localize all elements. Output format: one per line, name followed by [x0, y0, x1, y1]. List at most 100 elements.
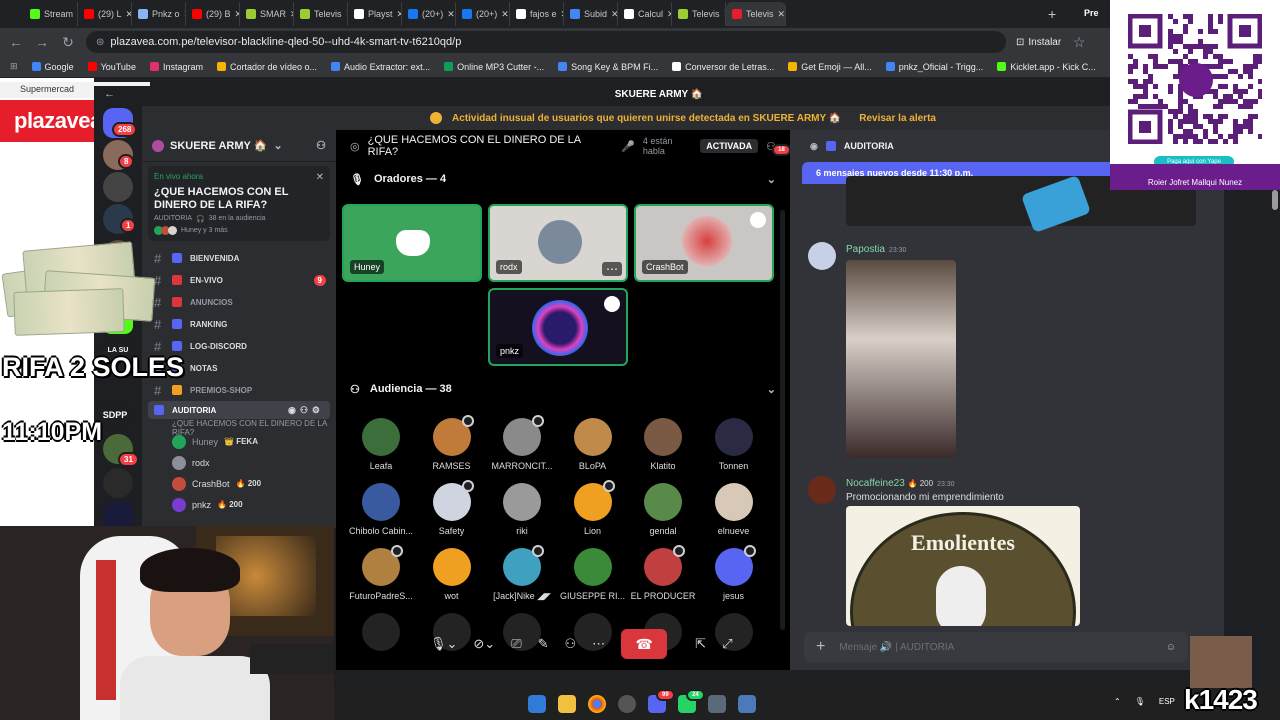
review-alert-link[interactable]: Revisar la alerta: [851, 113, 936, 124]
channel-ranking[interactable]: # RANKING: [142, 313, 336, 335]
audience-section-header[interactable]: ⚇ Audiencia — 38 ⌄: [336, 374, 790, 404]
sdpp-server-icon[interactable]: SDPP: [100, 400, 130, 430]
message-author[interactable]: Nocaffeine23: [846, 478, 905, 489]
audience-member[interactable]: EL PRODUCER: [628, 545, 698, 601]
browser-tab[interactable]: fajos e✕: [510, 2, 564, 26]
speaker-tile[interactable]: ⋯ rodx: [488, 204, 628, 282]
audience-member[interactable]: FuturoPadreS...: [346, 545, 416, 601]
chevron-down-icon[interactable]: ⌄: [767, 173, 776, 186]
bookmark-item[interactable]: Conversor de Letras...: [672, 62, 774, 72]
explorer-icon[interactable]: [558, 695, 576, 713]
back-icon[interactable]: ←: [8, 34, 24, 50]
audience-member[interactable]: gendal: [628, 483, 698, 536]
server-name-header[interactable]: SKUERE ARMY 🏠 ⌄ ⚇: [142, 130, 336, 162]
bookmark-item[interactable]: pnkz_Oficial - Trigg...: [885, 62, 983, 72]
whatsapp-icon[interactable]: 24: [678, 689, 705, 713]
audience-member[interactable]: [Jack]Nike ◢◤: [487, 545, 557, 602]
browser-tab[interactable]: Playst✕: [348, 2, 402, 26]
more-icon[interactable]: ⋯: [602, 262, 622, 276]
tab-close-icon[interactable]: ✕: [778, 9, 785, 20]
speakers-section-header[interactable]: 🎙 Oradores — 4 ⌄: [336, 164, 790, 194]
bookmark-item[interactable]: Audio Extractor: ext...: [331, 62, 430, 72]
avatar[interactable]: [808, 476, 836, 504]
url-field[interactable]: ⊜ plazavea.com.pe/televisor-blackline-ql…: [86, 31, 1006, 53]
hang-up-button[interactable]: ☎: [621, 629, 668, 659]
language-indicator[interactable]: ESP: [1159, 697, 1175, 706]
bookmark-item[interactable]: Online MP3 Cutter -...: [444, 62, 544, 72]
stage-people-icon[interactable]: ⚇ 18: [766, 140, 791, 156]
bookmark-item[interactable]: Instagram: [149, 62, 203, 72]
browser-tab[interactable]: Televis✕: [672, 2, 726, 26]
tab-close-icon[interactable]: ✕: [447, 9, 455, 20]
discord-back-icon[interactable]: ←: [104, 88, 115, 100]
activity-icon[interactable]: ✎: [538, 636, 549, 652]
voice-user[interactable]: rodx: [142, 452, 336, 473]
more-options-icon[interactable]: ⋯: [592, 636, 605, 652]
channel-auditoria[interactable]: AUDITORIA ◉⚇⚙: [148, 401, 330, 419]
install-button[interactable]: ⊡ Instalar: [1016, 37, 1061, 48]
channel-action-icons[interactable]: ◉⚇⚙: [288, 405, 330, 416]
new-tab-button[interactable]: +: [1048, 6, 1056, 22]
audience-member[interactable]: GIUSEPPE RI...: [558, 548, 628, 601]
screen-share-icon[interactable]: ⎚: [511, 636, 521, 652]
close-icon[interactable]: ✕: [316, 172, 324, 183]
chevron-up-icon[interactable]: ⌃: [1114, 697, 1121, 706]
browser-tab[interactable]: Pnkz o✕: [132, 2, 186, 26]
message-input[interactable]: + Mensaje 🔊 | AUDITORIA ☺: [804, 632, 1188, 662]
speaker-tile[interactable]: CrashBot: [634, 204, 774, 282]
audience-member[interactable]: riki: [487, 483, 557, 536]
plazavea-logo[interactable]: plazavea: [0, 100, 102, 142]
obs-icon[interactable]: [618, 695, 636, 713]
browser-tab[interactable]: (29) B✕: [186, 2, 240, 26]
camera-off-icon[interactable]: ⊘⌄: [473, 636, 495, 652]
audience-member[interactable]: Safety: [417, 480, 487, 536]
audience-member[interactable]: RAMSES: [417, 415, 487, 471]
audience-member[interactable]: Klatito: [628, 418, 698, 471]
browser-tab[interactable]: (20+) ✕: [456, 2, 510, 26]
channel-bienvenida[interactable]: # BIENVENIDA: [142, 247, 336, 269]
avatar[interactable]: [808, 242, 836, 270]
popout-icon[interactable]: ⇱: [695, 636, 706, 652]
tab-extra[interactable]: Pre: [1084, 8, 1099, 18]
voice-user[interactable]: CrashBot 🔥 200: [142, 473, 336, 494]
channel-anuncios[interactable]: # ANUNCIOS: [142, 291, 336, 313]
message-author[interactable]: Papostia: [846, 244, 885, 255]
bookmark-star-icon[interactable]: ☆: [1071, 34, 1087, 51]
browser-tab[interactable]: Stream✕: [24, 2, 78, 26]
bookmark-item[interactable]: Kicklet.app - Kick C...: [997, 62, 1096, 72]
browser-tab[interactable]: Subid ✕: [564, 2, 618, 26]
stage-scrollbar[interactable]: [780, 210, 785, 630]
tab-close-icon[interactable]: ✕: [611, 9, 617, 20]
chevron-down-icon[interactable]: ⌄: [767, 383, 776, 396]
browser-tab[interactable]: SMAR✕: [240, 2, 294, 26]
message-image[interactable]: Emolientes: [846, 506, 1080, 626]
audience-member[interactable]: Tonnen: [699, 418, 769, 471]
browser-tab[interactable]: (20+) ✕: [402, 2, 456, 26]
browser-tab[interactable]: Calcul✕: [618, 2, 672, 26]
add-member-icon[interactable]: ⚇: [316, 139, 326, 152]
speaker-tile[interactable]: Huney: [342, 204, 482, 282]
discord-taskbar-icon[interactable]: 99: [648, 689, 675, 713]
audience-member[interactable]: Lion: [558, 480, 628, 536]
audience-member[interactable]: wot: [417, 548, 487, 601]
audience-member[interactable]: MARRONCIT...: [487, 415, 557, 471]
mic-tray-icon[interactable]: 🎙: [1135, 697, 1145, 706]
start-icon[interactable]: [528, 695, 546, 713]
apps-grid-icon[interactable]: ⊞: [10, 61, 18, 72]
reload-icon[interactable]: ↻: [60, 34, 76, 51]
channel-en-vivo[interactable]: # EN-VIVO 9: [142, 269, 336, 291]
audience-member[interactable]: jesus: [699, 545, 769, 601]
tab-close-icon[interactable]: ✕: [501, 9, 509, 20]
server-icon-7[interactable]: [103, 468, 133, 498]
speaker-tile[interactable]: pnkz: [488, 288, 628, 366]
browser-tab[interactable]: Televis✕: [294, 2, 348, 26]
page-scrollbar[interactable]: [1272, 190, 1278, 210]
voice-user[interactable]: pnkz 🔥 200: [142, 494, 336, 515]
chrome-icon[interactable]: [588, 695, 606, 713]
audience-member[interactable]: Leafa: [346, 418, 416, 471]
live-stage-card[interactable]: En vivo ahora ✕ ¿QUE HACEMOS CON EL DINE…: [148, 166, 330, 241]
bookmark-item[interactable]: YouTube: [87, 62, 136, 72]
audience-member[interactable]: Chibolo Cabin...: [346, 483, 416, 536]
message-image[interactable]: [846, 260, 956, 458]
audience-member[interactable]: BLoPA: [558, 418, 628, 471]
